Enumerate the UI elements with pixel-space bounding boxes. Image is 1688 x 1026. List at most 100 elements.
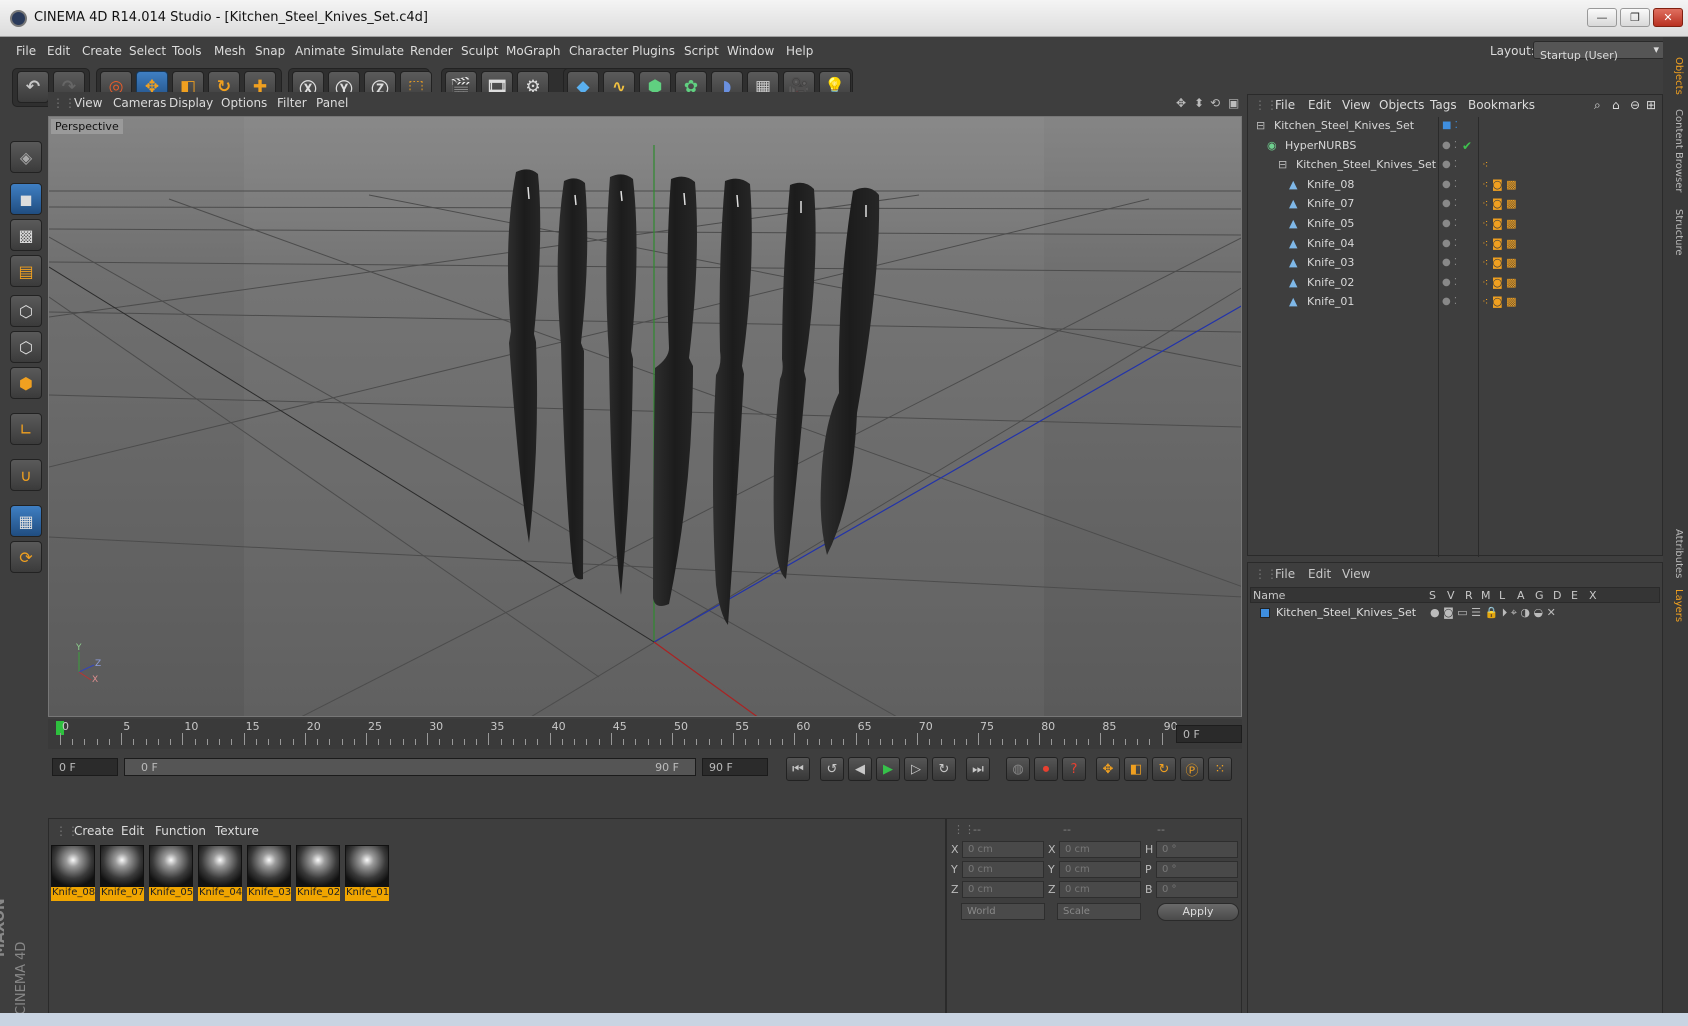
rotation-b-field[interactable]: 0 °: [1156, 881, 1238, 898]
layers-menu-file[interactable]: File: [1275, 567, 1295, 581]
object-tree-row[interactable]: ▲ Knife_07 ● ⁚ ⁖ ◙ ▩: [1248, 195, 1664, 215]
menu-animate[interactable]: Animate: [295, 44, 345, 58]
object-tags-icon[interactable]: ⁖ ◙ ▩: [1482, 276, 1517, 289]
object-tree-row[interactable]: ▲ Knife_05 ● ⁚ ⁖ ◙ ▩: [1248, 215, 1664, 235]
home-icon[interactable]: ⌂: [1612, 98, 1620, 112]
position-y-field[interactable]: 0 cm: [962, 861, 1044, 878]
layers-menu-edit[interactable]: Edit: [1308, 567, 1331, 581]
object-tree-row[interactable]: ⊟ Kitchen_Steel_Knives_Set ■ ⁚: [1248, 117, 1664, 137]
model-mode-icon[interactable]: ◼: [10, 183, 42, 215]
next-key-icon[interactable]: ↻: [932, 757, 956, 781]
tab-content-browser[interactable]: Content Browser: [1667, 109, 1684, 192]
current-frame-field[interactable]: 0 F: [1176, 725, 1242, 743]
visibility-toggle-icon[interactable]: ● ⁚: [1442, 179, 1457, 190]
object-tags-icon[interactable]: ⁖ ◙ ▩: [1482, 217, 1517, 230]
magnet-tool-icon[interactable]: ∪: [10, 459, 42, 491]
object-tree-row[interactable]: ◉ HyperNURBS ● ⁚ ✔: [1248, 137, 1664, 157]
go-to-start-icon[interactable]: ⏮: [786, 757, 810, 781]
layout-dropdown[interactable]: Startup (User) ▾: [1533, 41, 1665, 62]
menu-mograph[interactable]: MoGraph: [506, 44, 561, 58]
menu-tools[interactable]: Tools: [172, 44, 202, 58]
layer-toggle-icons[interactable]: ● ◙ ▭ ☰ 🔒 ⏵ ⌖ ◑ ◒ ✕: [1430, 606, 1556, 620]
material-menu-texture[interactable]: Texture: [215, 824, 259, 838]
rotate-view-icon[interactable]: ⟲: [1210, 96, 1220, 110]
menu-plugins[interactable]: Plugins: [632, 44, 675, 58]
layer-row[interactable]: Kitchen_Steel_Knives_Set ● ◙ ▭ ☰ 🔒 ⏵ ⌖ ◑…: [1250, 604, 1660, 622]
visibility-toggle-icon[interactable]: ● ⁚: [1442, 140, 1457, 151]
material-knife-04[interactable]: Knife_04: [198, 845, 242, 901]
size-z-field[interactable]: 0 cm: [1059, 881, 1141, 898]
material-knife-01[interactable]: Knife_01: [345, 845, 389, 901]
make-editable-icon[interactable]: ◈: [10, 141, 42, 173]
key-scale-icon[interactable]: ◧: [1124, 757, 1148, 781]
key-parameter-icon[interactable]: Ⓟ: [1180, 757, 1204, 781]
menu-script[interactable]: Script: [684, 44, 719, 58]
layers-menu-view[interactable]: View: [1342, 567, 1370, 581]
workplane-lock-icon[interactable]: ⟳: [10, 541, 42, 573]
visibility-toggle-icon[interactable]: ● ⁚: [1442, 198, 1457, 209]
play-icon[interactable]: ▶: [876, 757, 900, 781]
object-tags-icon[interactable]: ⁖: [1482, 158, 1488, 171]
object-tags-icon[interactable]: ⁖ ◙ ▩: [1482, 256, 1517, 269]
zoom-view-icon[interactable]: ⬍: [1194, 96, 1204, 110]
objects-menu-objects[interactable]: Objects: [1379, 98, 1424, 112]
motion-record-icon[interactable]: ◍: [1006, 757, 1030, 781]
axis-mode-icon[interactable]: ∟: [10, 413, 42, 445]
object-tree-row[interactable]: ▲ Knife_08 ● ⁚ ⁖ ◙ ▩: [1248, 176, 1664, 196]
tab-attributes[interactable]: Attributes: [1667, 529, 1684, 578]
tab-structure[interactable]: Structure: [1667, 209, 1684, 256]
tab-objects[interactable]: Objects: [1667, 57, 1684, 95]
record-keyframe-icon[interactable]: ⏺: [1034, 757, 1058, 781]
menu-edit[interactable]: Edit: [47, 44, 70, 58]
menu-file[interactable]: File: [16, 44, 36, 58]
viewport-menu-view[interactable]: View: [74, 96, 102, 110]
enabled-check-icon[interactable]: ✔: [1462, 139, 1472, 153]
menu-select[interactable]: Select: [129, 44, 166, 58]
objects-menu-view[interactable]: View: [1342, 98, 1370, 112]
go-to-end-icon[interactable]: ⏭: [966, 757, 990, 781]
position-x-field[interactable]: 0 cm: [962, 841, 1044, 858]
menu-window[interactable]: Window: [727, 44, 774, 58]
viewport-menu-filter[interactable]: Filter: [277, 96, 307, 110]
objects-menu-file[interactable]: File: [1275, 98, 1295, 112]
autokey-icon[interactable]: ?: [1062, 757, 1086, 781]
visibility-toggle-icon[interactable]: ● ⁚: [1442, 218, 1457, 229]
move-view-icon[interactable]: ✥: [1176, 96, 1186, 110]
minimize-button[interactable]: —: [1587, 8, 1617, 27]
size-y-field[interactable]: 0 cm: [1059, 861, 1141, 878]
apply-button[interactable]: Apply: [1157, 903, 1239, 921]
close-button[interactable]: ✕: [1653, 8, 1683, 27]
object-tree-row[interactable]: ▲ Knife_02 ● ⁚ ⁖ ◙ ▩: [1248, 274, 1664, 294]
key-position-icon[interactable]: ✥: [1096, 757, 1120, 781]
object-tree-row[interactable]: ⊟ Kitchen_Steel_Knives_Set ● ⁚ ⁖: [1248, 156, 1664, 176]
snapping-icon[interactable]: ▦: [10, 505, 42, 537]
viewport-menu-options[interactable]: Options: [221, 96, 267, 110]
polygons-mode-icon[interactable]: ⬢: [10, 367, 42, 399]
rotation-h-field[interactable]: 0 °: [1156, 841, 1238, 858]
object-tags-icon[interactable]: ⁖ ◙ ▩: [1482, 295, 1517, 308]
menu-simulate[interactable]: Simulate: [351, 44, 404, 58]
material-menu-edit[interactable]: Edit: [121, 824, 144, 838]
points-mode-icon[interactable]: ⬡: [10, 295, 42, 327]
menu-sculpt[interactable]: Sculpt: [461, 44, 498, 58]
filter-icon[interactable]: ⊖: [1630, 98, 1640, 112]
object-tree-row[interactable]: ▲ Knife_03 ● ⁚ ⁖ ◙ ▩: [1248, 254, 1664, 274]
visibility-toggle-icon[interactable]: ● ⁚: [1442, 257, 1457, 268]
frame-range-slider[interactable]: 0 F 90 F: [124, 758, 696, 776]
restore-button[interactable]: ❐: [1620, 8, 1650, 27]
objects-menu-tags[interactable]: Tags: [1430, 98, 1457, 112]
menu-render[interactable]: Render: [410, 44, 453, 58]
material-knife-07[interactable]: Knife_07: [100, 845, 144, 901]
object-tree-row[interactable]: ▲ Knife_04 ● ⁚ ⁖ ◙ ▩: [1248, 235, 1664, 255]
new-view-icon[interactable]: ⊞: [1646, 98, 1656, 112]
layer-color-swatch[interactable]: [1260, 608, 1270, 618]
objects-menu-bookmarks[interactable]: Bookmarks: [1468, 98, 1535, 112]
search-icon[interactable]: ⌕: [1594, 98, 1601, 113]
key-pla-icon[interactable]: ⁙: [1208, 757, 1232, 781]
workplane-mode-icon[interactable]: ▤: [10, 255, 42, 287]
visibility-toggle-icon[interactable]: ● ⁚: [1442, 238, 1457, 249]
timeline-ruler[interactable]: 0 5 10 15 20 25 30 35 40 45 50 55 60 65 70 75 80 85 90 0 F: [48, 719, 1242, 749]
visibility-toggle-icon[interactable]: ● ⁚: [1442, 277, 1457, 288]
key-rotation-icon[interactable]: ↻: [1152, 757, 1176, 781]
3d-viewport[interactable]: Perspective Y Z X: [48, 116, 1242, 717]
